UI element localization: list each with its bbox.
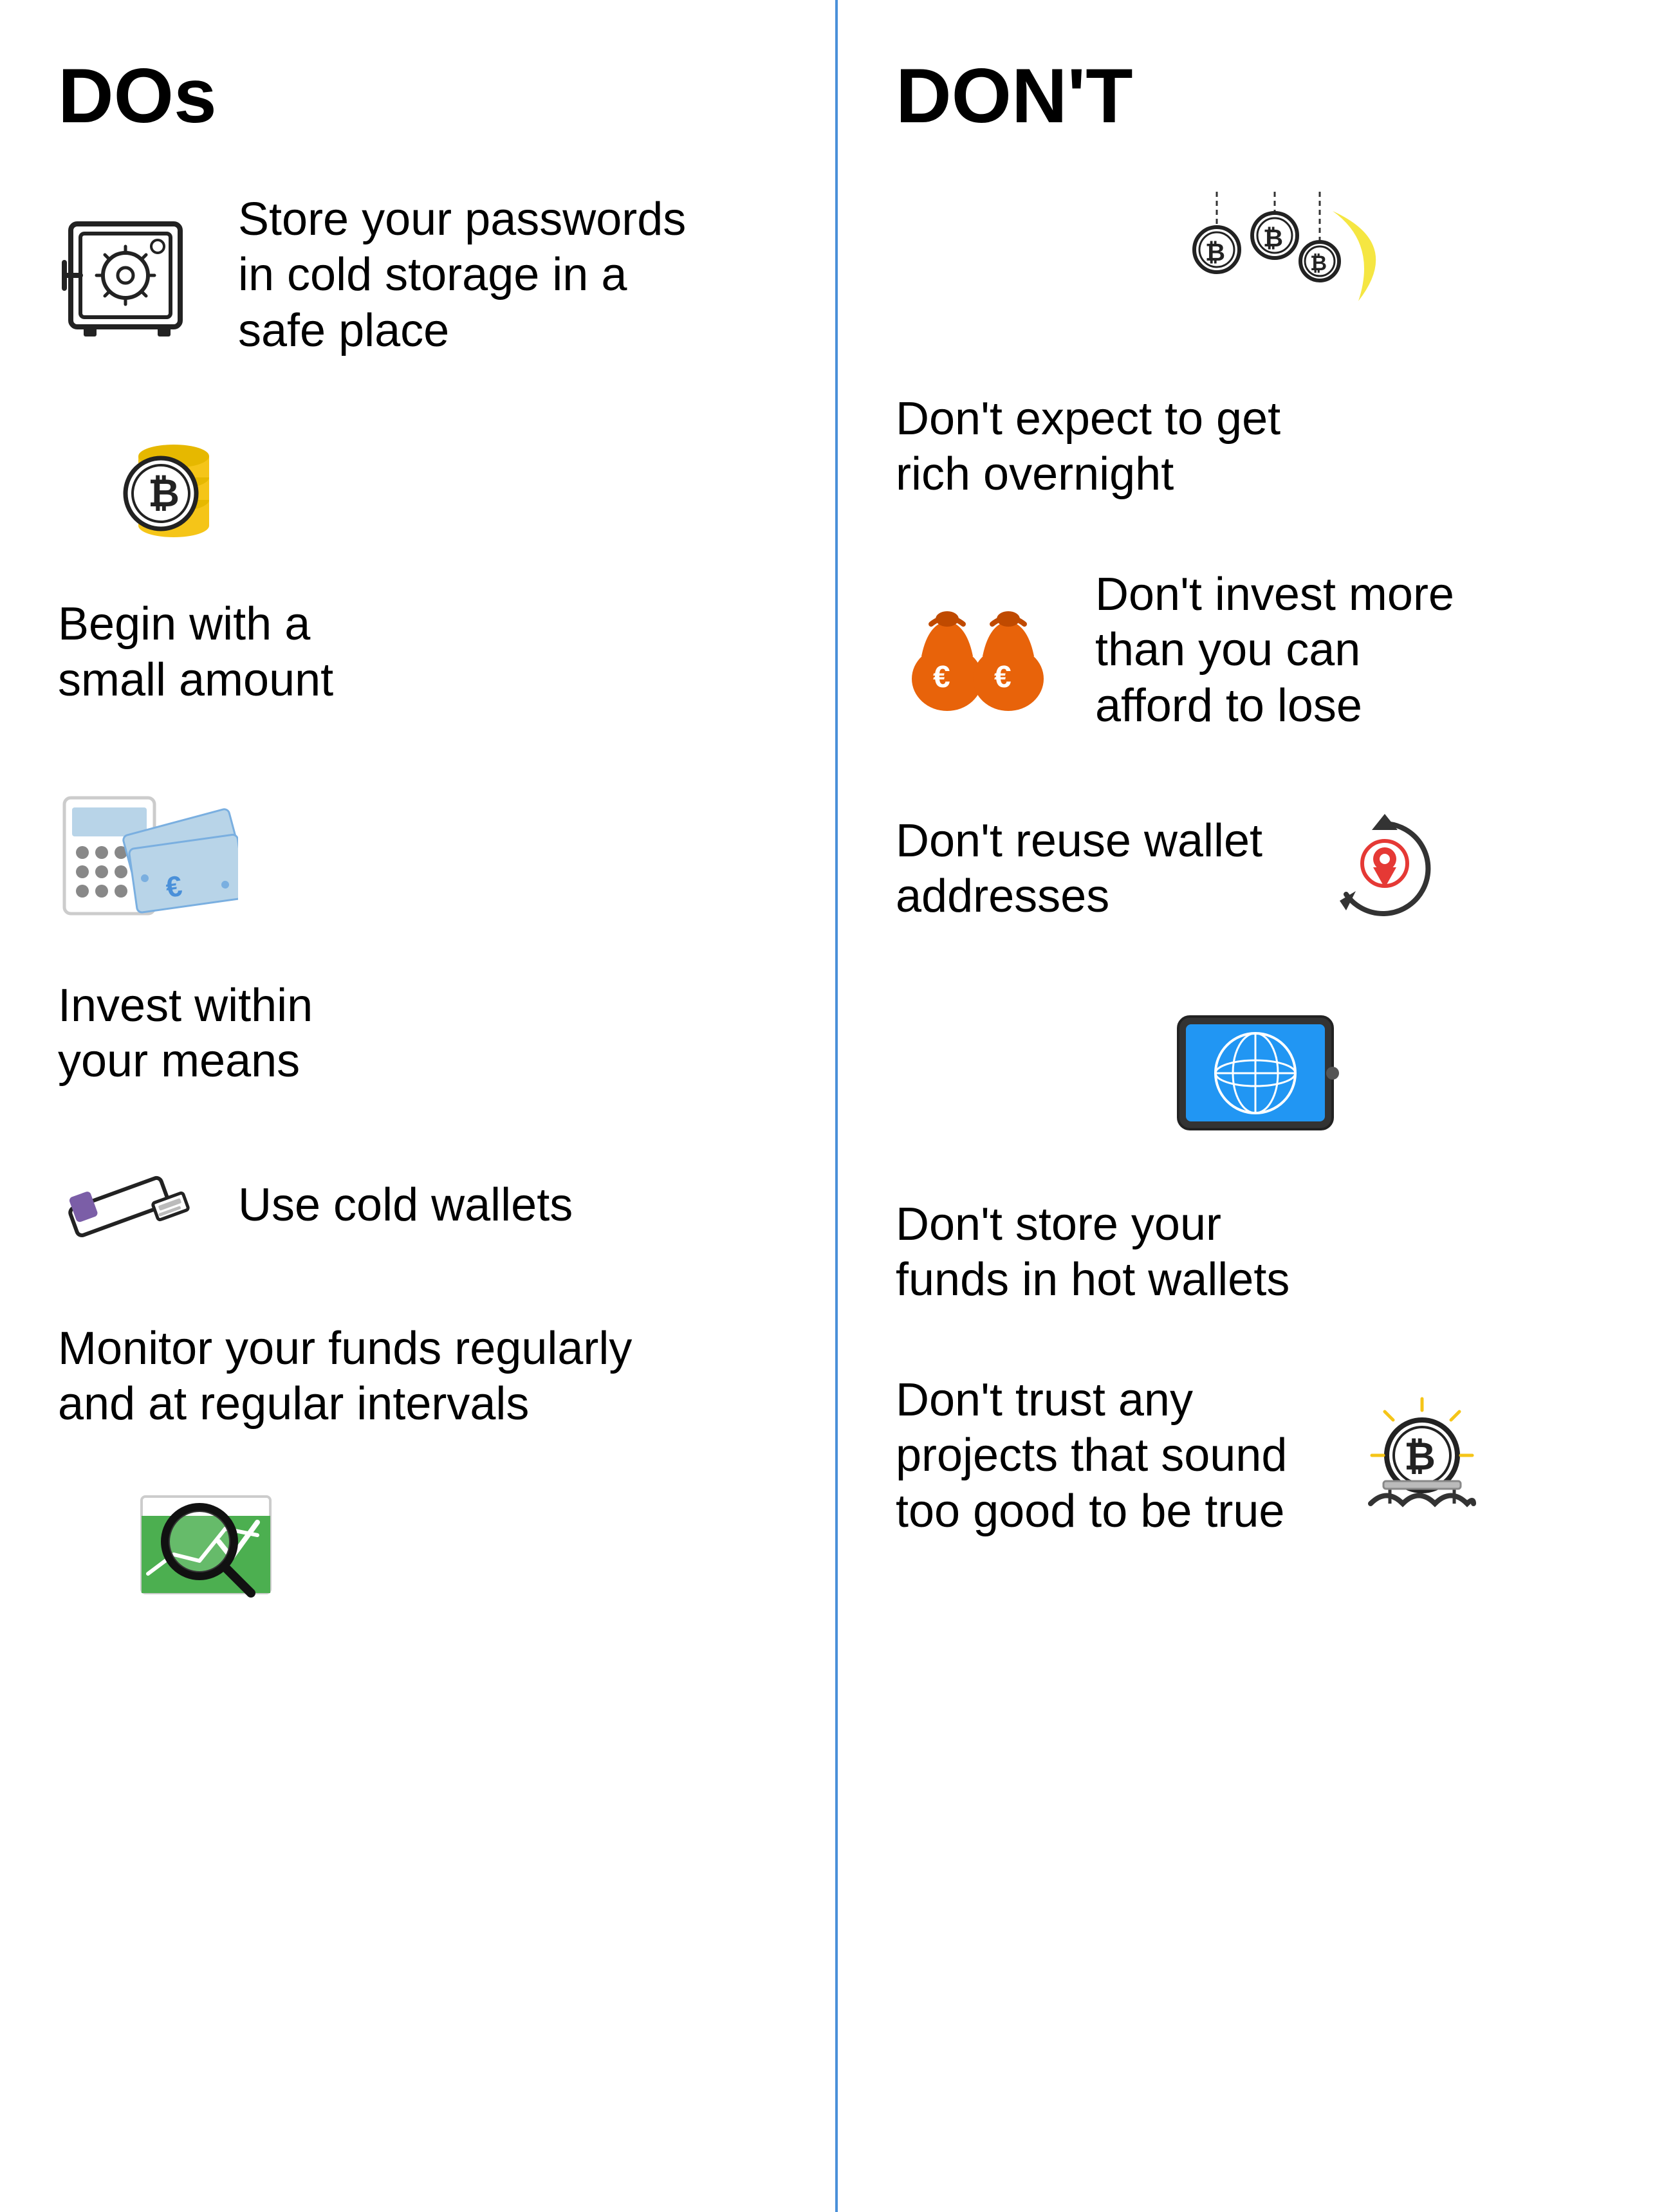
reuse-addresses-label: Don't reuse wallet addresses: [896, 813, 1262, 925]
list-item: Don't reuse wallet addresses: [896, 811, 1615, 926]
calculator-money-icon: €: [58, 785, 238, 926]
hot-wallets-label: Don't store your funds in hot wallets: [896, 1197, 1289, 1308]
list-item: Don't store your funds in hot wallets: [896, 1004, 1615, 1308]
bitcoin-coins-icon: ₿: [109, 436, 251, 545]
monitor-funds-label: Monitor your funds regularly and at regu…: [58, 1321, 632, 1432]
money-bags-icon: € €: [896, 585, 1057, 714]
rich-overnight-label: Don't expect to get rich overnight: [896, 391, 1280, 502]
tablet-globe-icon: [1165, 1004, 1345, 1139]
location-recycle-icon: [1327, 811, 1443, 926]
list-item: ₿ Begin with a small amount: [58, 436, 777, 708]
invest-more-label: Don't invest more than you can afford to…: [1095, 567, 1454, 733]
svg-text:₿: ₿: [1404, 1435, 1436, 1478]
chart-search-icon: [122, 1458, 302, 1599]
dos-column: DOs: [0, 0, 838, 2212]
usb-icon: [58, 1166, 199, 1244]
dos-title: DOs: [58, 51, 777, 140]
bitcoin-trap-icon: ₿: [1351, 1385, 1493, 1526]
too-good-label: Don't trust any projects that sound too …: [896, 1372, 1287, 1539]
list-item: Store your passwords in cold storage in …: [58, 192, 777, 358]
donts-title: DON'T: [896, 51, 1615, 140]
store-passwords-label: Store your passwords in cold storage in …: [238, 192, 686, 358]
page: DOs: [0, 0, 1673, 2212]
safe-icon: [58, 211, 199, 340]
svg-text:₿: ₿: [1263, 225, 1283, 252]
list-item: Monitor your funds regularly and at regu…: [58, 1321, 777, 1619]
list-item: Don't trust any projects that sound too …: [896, 1372, 1615, 1539]
svg-text:₿: ₿: [1205, 239, 1225, 266]
list-item: € Invest within your means: [58, 785, 777, 1089]
svg-text:€: €: [933, 660, 950, 694]
svg-text:₿: ₿: [1310, 252, 1327, 275]
list-item: Use cold wallets: [58, 1166, 777, 1244]
bitcoin-moon-icon: ₿ ₿ ₿: [1133, 192, 1378, 333]
begin-small-label: Begin with a small amount: [58, 596, 333, 708]
donts-column: DON'T ₿ ₿: [838, 0, 1673, 2212]
svg-text:€: €: [994, 660, 1012, 694]
svg-text:₿: ₿: [148, 472, 180, 515]
invest-means-label: Invest within your means: [58, 978, 313, 1089]
cold-wallets-label: Use cold wallets: [238, 1177, 573, 1233]
list-item: € € Don't invest more than you can affor…: [896, 567, 1615, 733]
list-item: ₿ ₿ ₿ Don't expect to get rich overnight: [896, 192, 1615, 502]
